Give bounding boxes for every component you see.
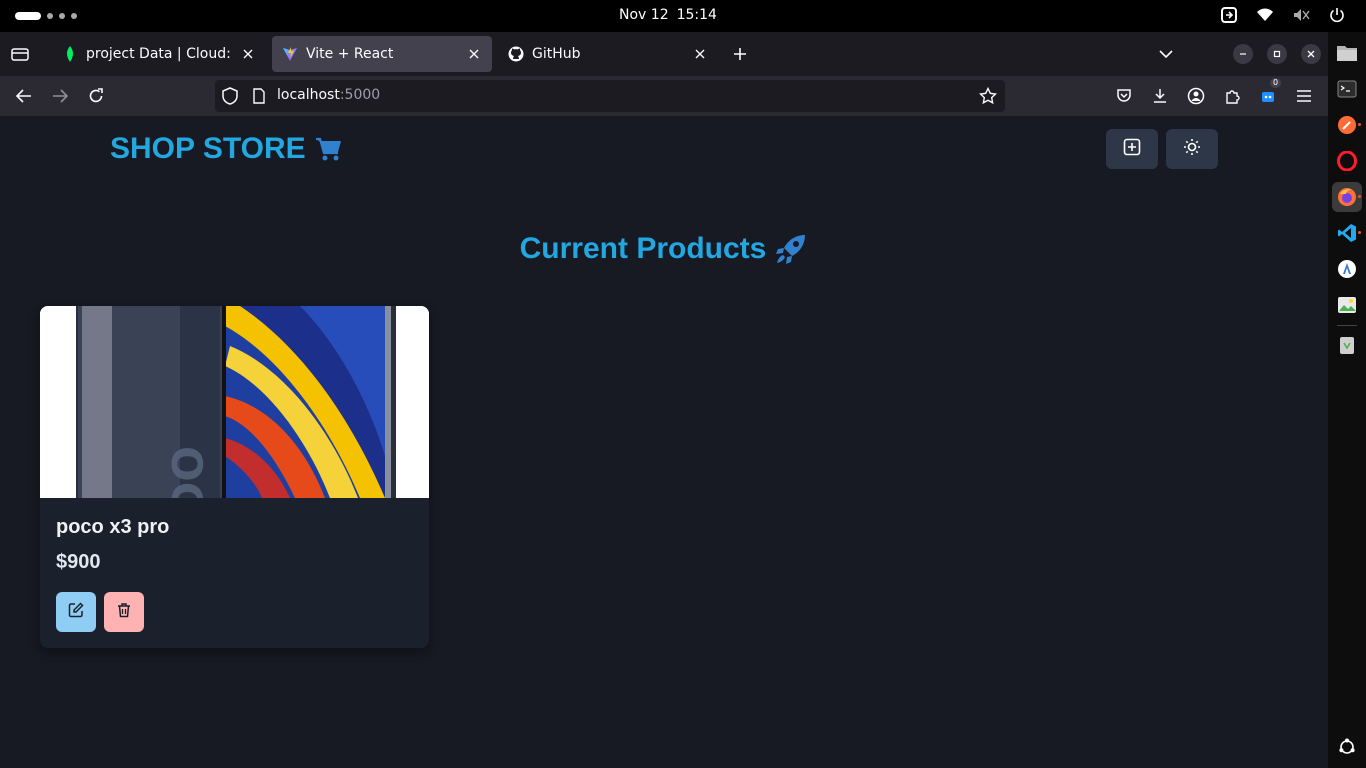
trash-can-icon: [116, 602, 132, 622]
extensions-icon[interactable]: [1220, 84, 1244, 108]
address-bar[interactable]: localhost:5000: [215, 80, 1005, 112]
bookmark-star-icon[interactable]: [978, 86, 998, 105]
github-icon: [508, 46, 524, 62]
forward-arrow-icon[interactable]: [48, 84, 72, 108]
close-tab-icon[interactable]: [240, 46, 256, 62]
account-icon[interactable]: [1184, 84, 1208, 108]
hamburger-menu-icon[interactable]: [1292, 84, 1316, 108]
volume-muted-icon[interactable]: [1292, 6, 1310, 24]
show-apps-icon[interactable]: [1332, 732, 1362, 762]
extension-counter-icon[interactable]: 0: [1256, 78, 1282, 108]
product-name: poco x3 pro: [56, 516, 170, 538]
chevron-down-icon[interactable]: [1154, 42, 1178, 66]
system-top-bar: Nov 12 15:14: [0, 0, 1366, 32]
browser-navigation-bar: localhost:5000 0: [0, 76, 1328, 116]
close-tab-icon[interactable]: [692, 46, 708, 62]
restore-icon[interactable]: [1267, 44, 1287, 64]
svg-text:OCO: OCO: [162, 446, 211, 498]
url-port: :5000: [339, 87, 381, 103]
shopping-cart-icon: [314, 134, 344, 164]
tab-github[interactable]: GitHub: [498, 36, 718, 72]
files-icon[interactable]: [1332, 38, 1362, 68]
tab-title: project Data | Cloud: Mo: [86, 46, 234, 62]
browser-tab-strip: project Data | Cloud: Mo Vite + React Gi…: [0, 32, 1328, 76]
add-square-icon: [1123, 138, 1141, 160]
edit-icon: [68, 602, 84, 622]
edit-product-button[interactable]: [56, 592, 96, 632]
sun-icon: [1183, 138, 1201, 160]
screen-share-icon[interactable]: [1220, 6, 1238, 24]
section-title-text: Current Products: [519, 232, 767, 265]
tab-vite-react[interactable]: Vite + React: [272, 36, 492, 72]
product-price: $900: [56, 551, 101, 573]
close-tab-icon[interactable]: [466, 46, 482, 62]
shield-icon[interactable]: [221, 87, 239, 105]
terminal-icon[interactable]: [1332, 74, 1362, 104]
downloads-icon[interactable]: [1148, 84, 1172, 108]
mongodb-leaf-icon: [62, 46, 78, 62]
postman-icon[interactable]: [1332, 110, 1362, 140]
power-icon[interactable]: [1328, 6, 1346, 24]
product-image: OCO: [40, 306, 429, 498]
appimage-icon[interactable]: [1332, 254, 1362, 284]
delete-product-button[interactable]: [104, 592, 144, 632]
back-arrow-icon[interactable]: [12, 84, 36, 108]
tab-project-data[interactable]: project Data | Cloud: Mo: [52, 36, 266, 72]
opera-icon[interactable]: [1332, 146, 1362, 176]
ubuntu-dock: [1328, 32, 1366, 768]
close-window-icon[interactable]: [1301, 44, 1321, 64]
new-tab-icon[interactable]: [728, 42, 752, 66]
minimize-icon[interactable]: [1233, 44, 1253, 64]
tab-title: GitHub: [532, 46, 581, 62]
firefox-icon[interactable]: [1332, 182, 1362, 212]
reload-icon[interactable]: [84, 84, 108, 108]
product-card: OCO poco x3 pro $900: [40, 306, 429, 648]
vscode-icon[interactable]: [1332, 218, 1362, 248]
url-host: localhost: [277, 87, 340, 103]
system-tray[interactable]: [1220, 6, 1346, 24]
add-product-button[interactable]: [1106, 129, 1158, 169]
pocket-icon[interactable]: [1112, 84, 1136, 108]
extension-badge: 0: [1270, 78, 1282, 88]
vite-icon: [282, 46, 298, 62]
tab-title: Vite + React: [306, 46, 394, 62]
clock-date: Nov 12: [619, 7, 669, 23]
system-clock[interactable]: Nov 12 15:14: [0, 7, 1328, 23]
web-page: SHOP STORE Current Products OCO poco x3 …: [0, 116, 1328, 768]
url-text[interactable]: localhost:5000: [277, 87, 380, 103]
section-heading: Current Products: [0, 232, 1328, 266]
theme-toggle-button[interactable]: [1166, 129, 1218, 169]
trash-icon[interactable]: [1332, 330, 1362, 360]
brand-logo-link[interactable]: SHOP STORE: [110, 132, 344, 166]
tab-list-icon[interactable]: [8, 42, 32, 66]
brand-title: SHOP STORE: [110, 132, 306, 165]
rocket-icon: [774, 232, 808, 266]
wifi-icon[interactable]: [1256, 6, 1274, 24]
dock-separator: [1337, 325, 1357, 326]
clock-time: 15:14: [676, 7, 717, 23]
image-viewer-icon[interactable]: [1332, 290, 1362, 320]
page-icon[interactable]: [251, 88, 267, 104]
